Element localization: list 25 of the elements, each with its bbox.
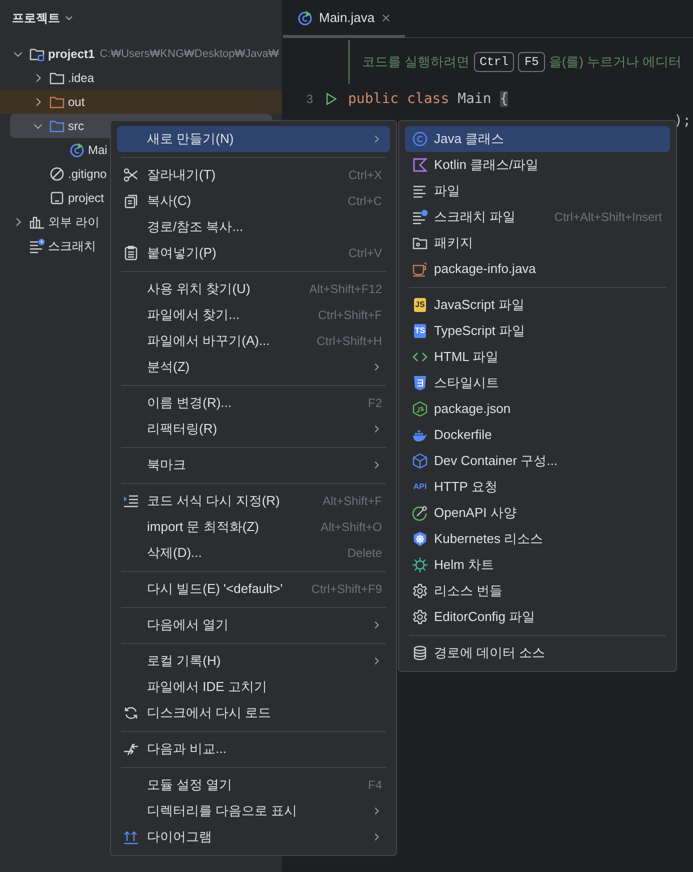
shortcut-text: Ctrl+X <box>348 167 382 184</box>
hint-text: 을(를) 누르거나 에디터 <box>548 53 682 72</box>
file-type-icon: JS <box>414 298 426 312</box>
hint-text: 코드를 실행하려면 <box>362 53 470 72</box>
code-line: ); <box>674 112 691 130</box>
shortcut-text: Ctrl+V <box>348 245 382 262</box>
panel-title: 프로젝트 <box>12 10 60 27</box>
file-type-icon: API <box>412 480 428 494</box>
path-text: C:₩Users₩KNG₩Desktop₩Java₩ <box>100 46 279 62</box>
shortcut-text: Alt+Shift+O <box>320 519 382 536</box>
shortcut-text: Ctrl+Shift+H <box>316 333 382 350</box>
shortcut-text: Ctrl+Shift+F9 <box>311 581 382 598</box>
shortcut-text: F2 <box>368 395 382 412</box>
key-cap: F5 <box>518 52 545 72</box>
shortcut-text: Alt+Shift+F <box>322 493 382 510</box>
file-type-icon: TS <box>414 324 426 338</box>
shortcut-text: Ctrl+Alt+Shift+Insert <box>554 209 662 226</box>
shortcut-text: F4 <box>368 777 382 794</box>
code-line: public class Main { <box>348 90 508 108</box>
shortcut-text: Ctrl+C <box>348 193 382 210</box>
key-cap: Ctrl <box>474 52 514 72</box>
line-number: 3 <box>305 91 313 108</box>
shortcut-text: Alt+Shift+F12 <box>309 281 382 298</box>
shortcut-text: Delete <box>347 545 382 562</box>
shortcut-text: Ctrl+Shift+F <box>318 307 382 324</box>
